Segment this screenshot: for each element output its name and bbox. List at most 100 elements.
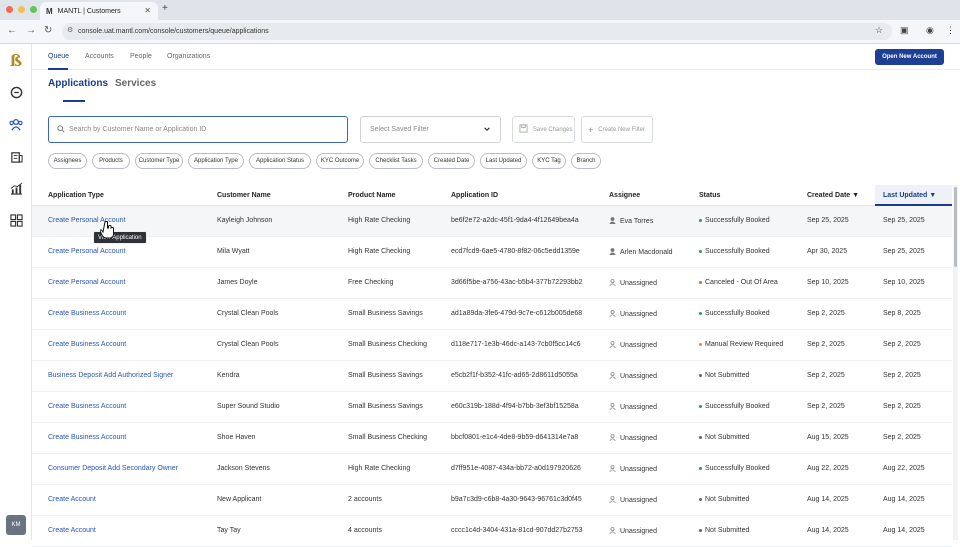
chip-kyc-tag[interactable]: KYC Tag xyxy=(532,153,566,169)
cell-application-type[interactable]: Create Business Account xyxy=(48,403,126,410)
cell-application-type[interactable]: Create Business Account xyxy=(48,434,126,441)
cell-application-type[interactable]: Create Personal Account xyxy=(48,248,125,255)
saved-filter-select[interactable]: Select Saved Filter xyxy=(360,116,501,143)
bookmark-star-icon[interactable]: ☆ xyxy=(875,25,883,36)
status-label: Successfully Booked xyxy=(705,403,770,410)
cell-application-type[interactable]: Create Account xyxy=(48,496,96,503)
chip-branch[interactable]: Branch xyxy=(571,153,601,169)
cell-product-name: Free Checking xyxy=(348,279,394,286)
forward-icon[interactable]: → xyxy=(26,25,36,36)
table-row[interactable]: Create Personal Account Mila Wyatt High Ra… xyxy=(32,237,952,268)
user-avatar[interactable]: KM xyxy=(6,515,26,535)
reload-icon[interactable]: ↻ xyxy=(44,25,52,36)
table-row[interactable]: Create Personal Account Kayleigh Johnson H… xyxy=(32,206,952,237)
cell-application-type[interactable]: Create Account xyxy=(48,527,96,534)
nav-organizations[interactable]: Organizations xyxy=(167,53,210,60)
chip-created-date[interactable]: Created Date xyxy=(428,153,475,169)
top-nav: Queue Accounts People Organizations xyxy=(32,44,960,70)
cell-application-type[interactable]: Consumer Deposit Add Secondary Owner xyxy=(48,465,178,472)
table-row[interactable]: Create Business Account Crystal Clean Poo… xyxy=(32,299,952,330)
table-row[interactable]: Consumer Deposit Add Secondary Owner Jack… xyxy=(32,454,952,485)
col-assignee[interactable]: Assignee xyxy=(609,192,640,199)
cell-product-name: 2 accounts xyxy=(348,496,382,503)
chat-icon[interactable] xyxy=(8,84,24,100)
chart-icon[interactable] xyxy=(8,180,24,196)
cell-created-date: Sep 25, 2025 xyxy=(807,217,849,224)
cell-assignee: Unassigned xyxy=(609,465,657,474)
table-row[interactable]: Create Business Account Shoe Haven Small B… xyxy=(32,423,952,454)
chip-assignees[interactable]: Assignees xyxy=(48,153,87,169)
cell-status: Not Submitted xyxy=(699,527,749,534)
col-created-date[interactable]: Created Date ▼ xyxy=(807,192,859,199)
people-icon[interactable] xyxy=(8,116,24,132)
cell-assignee: Eva Torres xyxy=(609,217,653,226)
cell-assignee: Unassigned xyxy=(609,310,657,319)
search-input[interactable]: Search by Customer Name or Application I… xyxy=(48,116,348,143)
col-last-updated[interactable]: Last Updated ▼ xyxy=(883,192,936,199)
cell-application-type[interactable]: Business Deposit Add Authorized Signer xyxy=(48,372,173,379)
cell-application-id: b9a7c3d9-c6b8-4a30-9643-96761c3d0f45 xyxy=(451,496,582,503)
url-text: console.uat.mantl.com/console/customers/… xyxy=(78,28,269,35)
close-window-button[interactable] xyxy=(6,6,13,13)
plus-icon: + xyxy=(588,124,594,135)
site-info-icon[interactable]: ⚙ xyxy=(67,26,73,34)
open-new-account-button[interactable]: Open New Account xyxy=(875,49,944,65)
brand-logo[interactable]: ß xyxy=(7,52,25,70)
col-application-id[interactable]: Application ID xyxy=(451,192,498,199)
search-icon xyxy=(57,125,65,135)
cell-created-date: Aug 15, 2025 xyxy=(807,434,849,441)
col-status[interactable]: Status xyxy=(699,192,720,199)
cell-assignee: Unassigned xyxy=(609,341,657,350)
scrollbar-thumb[interactable] xyxy=(954,187,957,267)
nav-queue[interactable]: Queue xyxy=(48,53,69,60)
table-row[interactable]: Create Account Tay Tay 4 accounts cccc1c4d-… xyxy=(32,516,952,547)
save-changes-button[interactable]: Save Changes xyxy=(512,116,575,143)
create-filter-button[interactable]: + Create New Filter xyxy=(581,116,653,143)
url-field[interactable]: ⚙ console.uat.mantl.com/console/customer… xyxy=(62,23,892,40)
assignee-name: Unassigned xyxy=(620,466,657,473)
browser-tab[interactable]: M MANTL | Customers ✕ xyxy=(40,2,158,20)
cell-created-date: Aug 14, 2025 xyxy=(807,527,849,534)
grid-icon[interactable] xyxy=(8,212,24,228)
back-icon[interactable]: ← xyxy=(7,25,17,36)
maximize-window-button[interactable] xyxy=(30,6,37,13)
cell-assignee: Unassigned xyxy=(609,403,657,412)
tab-close-icon[interactable]: ✕ xyxy=(144,6,151,15)
chip-application-status[interactable]: Application Status xyxy=(249,153,311,169)
col-customer-name[interactable]: Customer Name xyxy=(217,192,271,199)
chip-customer-type[interactable]: Customer Type xyxy=(135,153,183,169)
table-row[interactable]: Create Account New Applicant 2 accounts b9a… xyxy=(32,485,952,516)
table-row[interactable]: Create Personal Account James Doyle Free C… xyxy=(32,268,952,299)
cell-customer-name: Crystal Clean Pools xyxy=(217,310,279,317)
window-controls[interactable] xyxy=(6,6,37,13)
tab-applications[interactable]: Applications xyxy=(48,78,108,89)
cell-created-date: Aug 14, 2025 xyxy=(807,496,849,503)
nav-accounts[interactable]: Accounts xyxy=(85,53,114,60)
cell-last-updated: Aug 14, 2025 xyxy=(883,496,925,503)
tab-services[interactable]: Services xyxy=(115,78,156,89)
table-row[interactable]: Business Deposit Add Authorized Signer Ke… xyxy=(32,361,952,392)
person-icon xyxy=(609,310,616,319)
col-application-type[interactable]: Application Type xyxy=(48,192,104,199)
status-dot-icon xyxy=(699,436,702,439)
new-tab-icon[interactable]: + xyxy=(162,3,168,14)
table-row[interactable]: Create Business Account Super Sound Studi… xyxy=(32,392,952,423)
cell-application-type[interactable]: Create Business Account xyxy=(48,310,126,317)
cell-status: Successfully Booked xyxy=(699,310,770,317)
chip-kyc-outcome[interactable]: KYC Outcome xyxy=(316,153,364,169)
minimize-window-button[interactable] xyxy=(18,6,25,13)
chip-application-type[interactable]: Application Type xyxy=(188,153,244,169)
chip-last-updated[interactable]: Last Updated xyxy=(480,153,527,169)
table-row[interactable]: Create Business Account Crystal Clean Poo… xyxy=(32,330,952,361)
browser-menu-icon[interactable]: ⋮ xyxy=(946,25,955,36)
chip-checklist-tasks[interactable]: Checklist Tasks xyxy=(369,153,423,169)
nav-people[interactable]: People xyxy=(130,53,152,60)
extension-icon[interactable]: ▣ xyxy=(900,25,909,36)
chip-products[interactable]: Products xyxy=(92,153,130,169)
status-label: Not Submitted xyxy=(705,372,750,379)
profile-icon[interactable]: ◉ xyxy=(926,25,934,36)
col-product-name[interactable]: Product Name xyxy=(348,192,395,199)
bank-icon[interactable] xyxy=(8,148,24,164)
cell-application-type[interactable]: Create Business Account xyxy=(48,341,126,348)
cell-application-type[interactable]: Create Personal Account xyxy=(48,279,125,286)
